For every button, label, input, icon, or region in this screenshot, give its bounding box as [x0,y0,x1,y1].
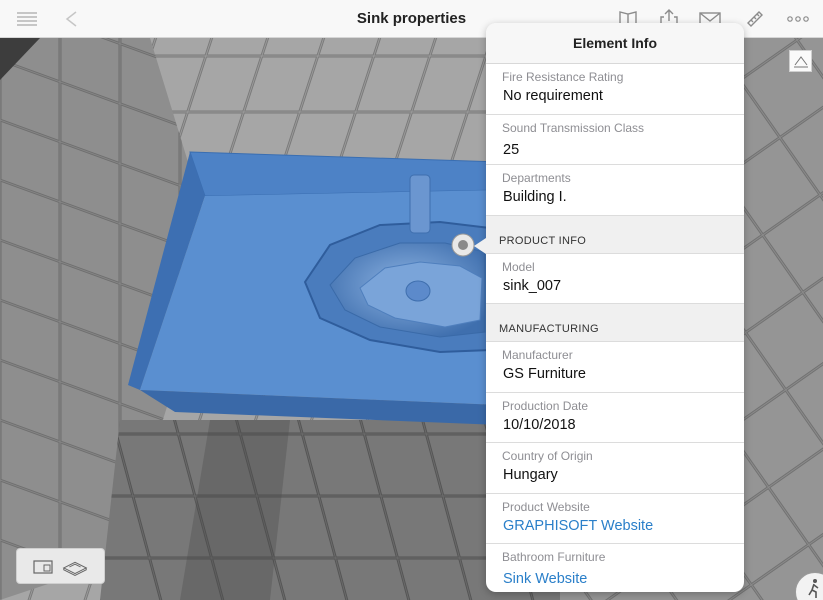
graphisoft-logo [789,50,812,72]
section-header-manufacturing: MANUFACTURING [486,304,744,342]
property-row: Sound Transmission Class 25 [486,115,744,165]
property-label: Departments [502,171,571,185]
sink-website-link[interactable]: Sink Website [503,571,587,587]
property-row: Production Date 10/10/2018 [486,393,744,443]
property-row: Bathroom Furniture Sink Website [486,544,744,592]
property-value: sink_007 [503,277,562,294]
measure-icon[interactable] [742,6,768,32]
product-website-link[interactable]: GRAPHISOFT Website [503,518,653,534]
section-heading: PRODUCT INFO [499,234,587,247]
property-row: Departments Building I. [486,165,744,216]
panel-title: Element Info [486,23,744,64]
property-value: 10/10/2018 [503,416,576,433]
view-switcher [16,548,105,584]
plan-view-icon[interactable] [29,556,57,578]
property-row: Manufacturer GS Furniture [486,342,744,393]
section-heading: MANUFACTURING [499,323,599,335]
property-label: Manufacturer [502,348,573,362]
section-header-product-info: PRODUCT INFO [486,215,744,254]
property-value: 25 [503,141,520,158]
property-label: Production Date [502,398,589,413]
property-label: Fire Resistance Rating [502,70,624,84]
property-label: Product Website [502,499,590,514]
element-info-panel: Element Info Fire Resistance Rating No r… [486,23,744,592]
walk-icon [808,579,819,598]
property-row: Product Website GRAPHISOFT Website [486,494,744,544]
3d-view-icon[interactable] [61,556,89,578]
property-row: Country of Origin Hungary [486,443,744,494]
more-icon[interactable] [785,6,811,32]
property-label: Model [502,259,535,274]
property-label: Sound Transmission Class [502,120,645,135]
property-row: Model sink_007 [486,254,744,304]
property-row: Fire Resistance Rating No requirement [486,64,744,115]
property-label: Country of Origin [502,449,593,463]
property-value: Hungary [503,467,558,483]
property-label: Bathroom Furniture [502,550,606,564]
property-value: GS Furniture [503,366,586,382]
property-value: Building I. [503,189,567,205]
property-value: No requirement [503,88,603,104]
panel-pointer [474,238,486,254]
